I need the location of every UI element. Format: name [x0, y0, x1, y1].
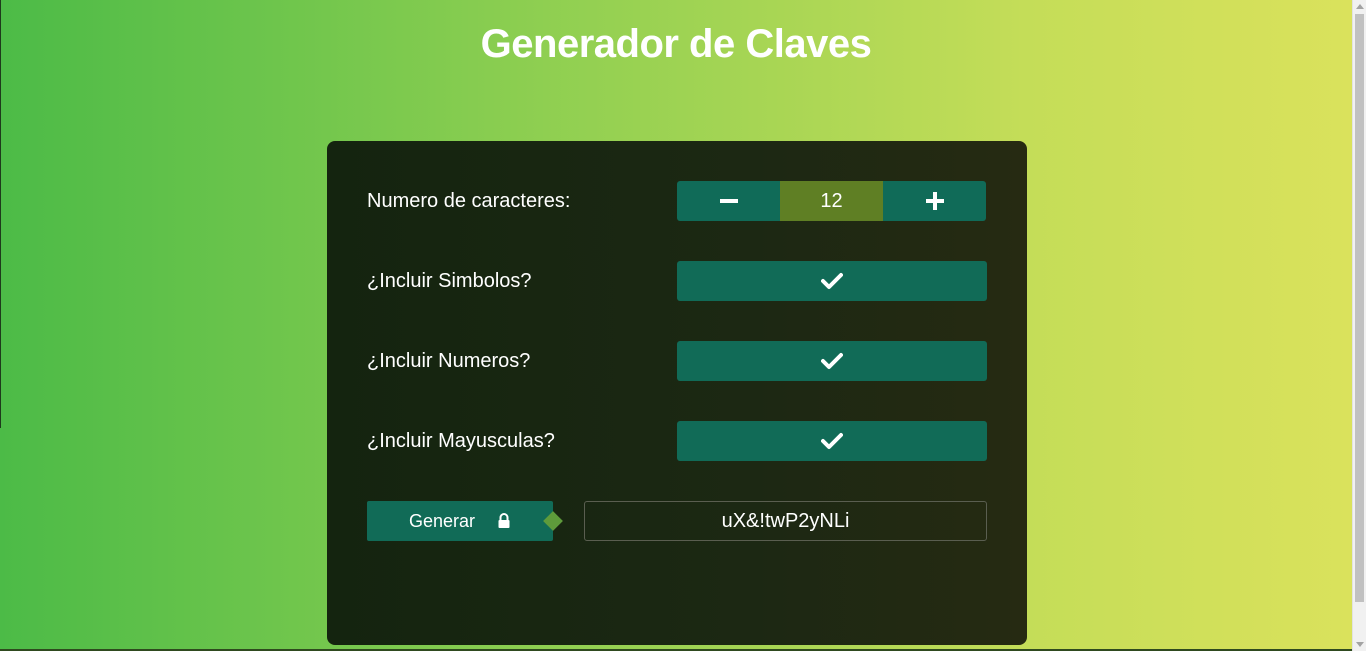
length-value: 12 [780, 181, 883, 221]
symbols-toggle[interactable] [677, 261, 987, 301]
scroll-down-arrow-icon[interactable] [1356, 642, 1364, 647]
minus-icon [719, 199, 738, 203]
check-icon [821, 273, 843, 289]
password-output[interactable] [584, 501, 987, 541]
uppercase-toggle[interactable] [677, 421, 987, 461]
numbers-label: ¿Incluir Numeros? [367, 350, 531, 372]
generate-button[interactable]: Generar [367, 501, 553, 541]
scroll-up-arrow-icon[interactable] [1356, 4, 1364, 9]
lock-icon [498, 513, 510, 528]
decrement-button[interactable] [677, 181, 780, 221]
vertical-scrollbar[interactable] [1352, 0, 1366, 651]
generator-card: Numero de caracteres: 12 ¿Incluir Simbol… [327, 141, 1027, 645]
symbols-label: ¿Incluir Simbolos? [367, 270, 532, 292]
page-title: Generador de Claves [480, 22, 872, 66]
scrollbar-thumb[interactable] [1355, 14, 1364, 602]
uppercase-label: ¿Incluir Mayusculas? [367, 430, 555, 452]
length-stepper: 12 [677, 181, 986, 221]
numbers-toggle[interactable] [677, 341, 987, 381]
increment-button[interactable] [883, 181, 986, 221]
check-icon [821, 353, 843, 369]
check-icon [821, 433, 843, 449]
generate-button-label: Generar [408, 510, 476, 531]
plus-icon [925, 192, 944, 210]
length-label: Numero de caracteres: [367, 190, 571, 212]
